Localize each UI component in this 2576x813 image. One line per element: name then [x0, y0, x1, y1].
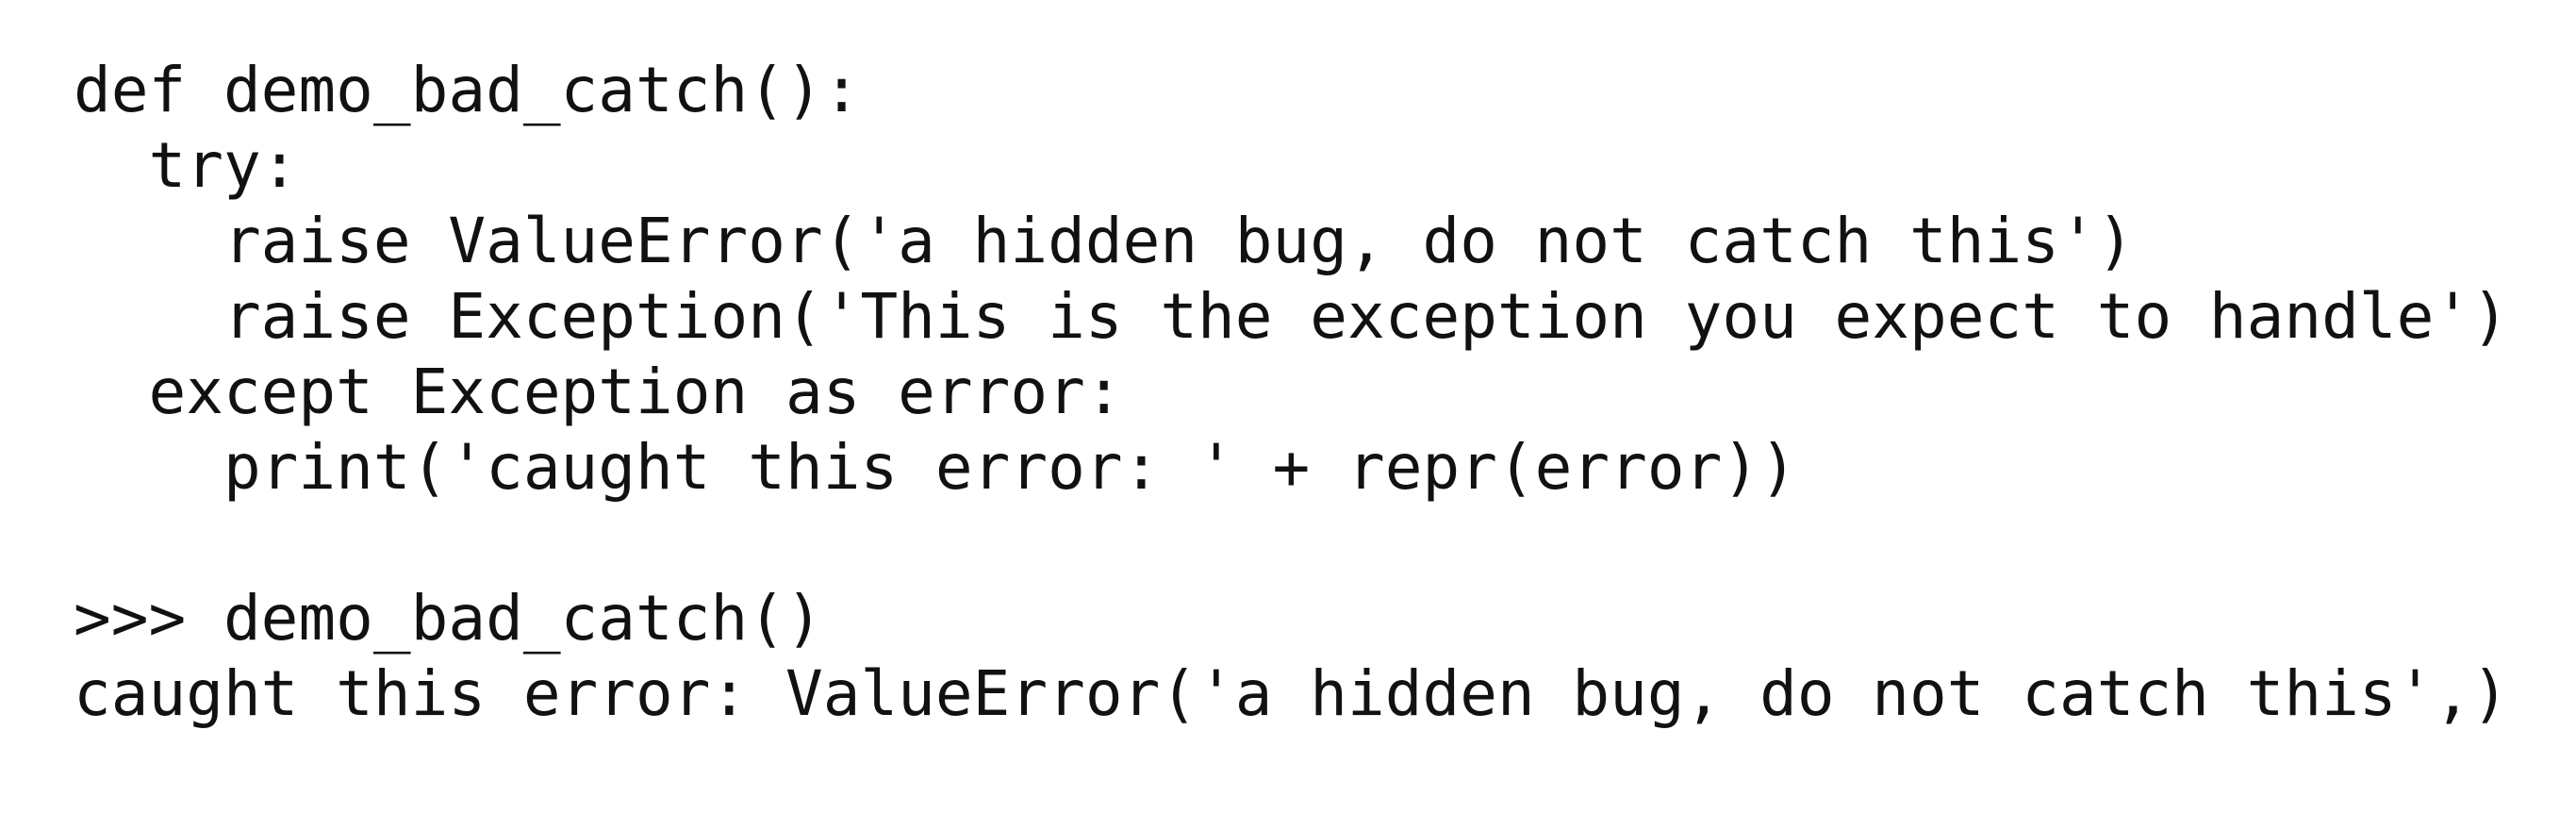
code-line-raise-valueerror: raise ValueError('a hidden bug, do not c… — [74, 205, 2135, 277]
code-line-raise-exception: raise Exception('This is the exception y… — [74, 280, 2509, 353]
code-line-print: print('caught this error: ' + repr(error… — [74, 431, 1797, 504]
code-line-output: caught this error: ValueError('a hidden … — [74, 657, 2509, 730]
code-line-try: try: — [74, 129, 299, 202]
code-line-function-def: def demo_bad_catch(): — [74, 54, 861, 126]
code-line-except: except Exception as error: — [74, 356, 1123, 428]
code-line-repl-call: >>> demo_bad_catch() — [74, 582, 823, 655]
code-snippet: def demo_bad_catch(): try: raise ValueEr… — [74, 53, 2509, 732]
